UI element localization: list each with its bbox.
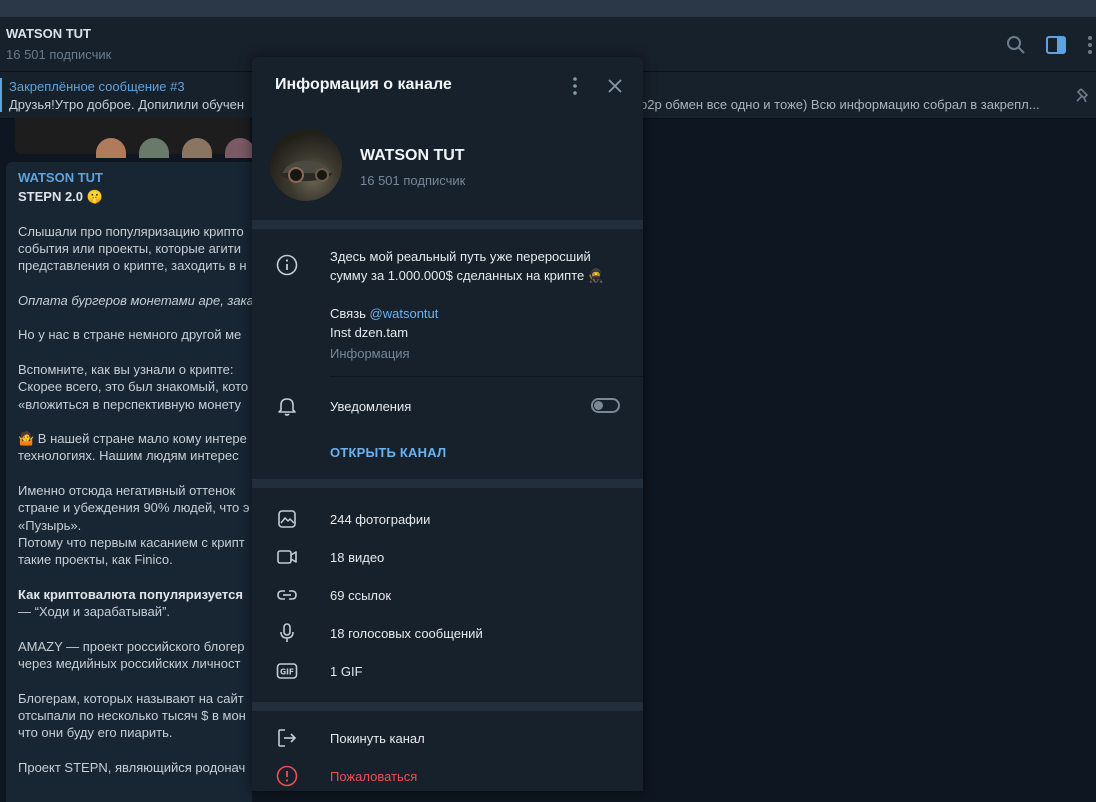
media-label: 18 голосовых сообщений xyxy=(330,626,483,641)
bell-icon xyxy=(278,398,296,416)
post-line: Потому что первым касанием с крипт xyxy=(18,534,245,550)
link-icon xyxy=(277,590,297,600)
emoji: 🤫 xyxy=(83,189,103,204)
post-line: представления о крипте, заходить в н xyxy=(18,258,247,274)
post-line: что они буду его пиарить. xyxy=(18,725,173,741)
pinned-title: Закреплённое сообщение #3 xyxy=(9,79,185,94)
post-line: Оплата бургеров монетами аре, заказ xyxy=(18,292,252,308)
dialog-title: Информация о канале xyxy=(275,76,452,93)
info-caption: Информация xyxy=(330,346,410,361)
section-separator xyxy=(252,702,643,711)
toggle-knob xyxy=(594,401,603,410)
video-icon xyxy=(277,550,297,564)
description-text: сумму за 1.000.000$ сделанных на крипте xyxy=(330,268,585,283)
post-line: AMAZY — проект российского блогер xyxy=(18,638,245,654)
post-line: Именно отсюда негативный оттенок xyxy=(18,483,236,499)
inst-line: Inst dzen.tam xyxy=(330,325,409,340)
media-label: 69 ссылок xyxy=(330,588,392,603)
pinned-text: Друзья!Утро доброе. Допилили обучен xyxy=(9,97,245,112)
leave-icon xyxy=(278,729,297,747)
notifications-label: Уведомления xyxy=(330,399,412,414)
avatar xyxy=(225,138,255,158)
post-line: Блогерам, которых называют на сайт xyxy=(18,690,244,706)
description-line: сумму за 1.000.000$ сделанных на крипте … xyxy=(330,266,630,285)
channel-description: Здесь мой реальный путь уже переросший с… xyxy=(330,247,630,363)
car-photo xyxy=(280,160,332,183)
post-line: Вспомните, как вы узнали о крипте: xyxy=(18,361,234,377)
post-line: — “Ходи и зарабатывай”. xyxy=(18,604,170,620)
post-title: STEPN 2.0 xyxy=(18,189,84,204)
post-line: такие проекты, как Finico. xyxy=(18,552,173,568)
svg-text:GIF: GIF xyxy=(280,668,294,677)
gif-icon: GIF xyxy=(276,663,298,679)
section-separator xyxy=(252,220,643,229)
info-icon xyxy=(276,254,298,276)
report-label: Пожаловаться xyxy=(330,769,418,784)
ninja-emoji: 🥷 xyxy=(584,268,605,283)
notifications-toggle[interactable] xyxy=(591,398,620,413)
contact-line: Связь @watsontut xyxy=(330,304,630,323)
post-line: «Пузырь». xyxy=(18,517,82,533)
pin-icon[interactable] xyxy=(1074,86,1094,106)
chat-title: WATSON TUT xyxy=(6,26,91,41)
channel-subscribers: 16 501 подписчик xyxy=(360,173,466,188)
description-line: Здесь мой реальный путь уже переросший xyxy=(330,249,591,264)
microphone-icon xyxy=(280,623,294,642)
divider xyxy=(330,376,643,377)
pinned-accent-bar xyxy=(0,78,2,112)
close-icon[interactable] xyxy=(605,76,625,96)
post-image-strip[interactable] xyxy=(15,118,250,154)
post-line: Слышали про популяризацию крипто xyxy=(18,223,244,239)
post-line: технологиях. Нашим людям интерес xyxy=(18,448,239,464)
post-author: WATSON TUT xyxy=(18,170,103,185)
post-line: события или проекты, которые агити xyxy=(18,240,242,256)
post-text: Слышали про популяризацию крипто события… xyxy=(18,224,252,775)
photo-icon xyxy=(278,510,296,528)
chat-subscribers: 16 501 подписчик xyxy=(6,47,112,62)
more-vertical-icon[interactable] xyxy=(1078,33,1096,57)
channel-info-dialog: Информация о канале WATSON TUT 16 501 по… xyxy=(252,57,643,791)
post-body: STEPN 2.0 🤫 Слышали про популяризацию кр… xyxy=(18,188,252,776)
more-vertical-icon[interactable] xyxy=(565,76,585,96)
post-line: Проект STEPN, являющийся родонач xyxy=(18,759,246,775)
channel-avatar[interactable] xyxy=(270,129,342,201)
post-line: отсыпали по несколько тысяч $ в мон xyxy=(18,707,246,723)
window-top-strip xyxy=(0,0,1096,17)
post-line: Как криптовалюта популяризуется xyxy=(18,586,243,602)
search-icon[interactable] xyxy=(1004,33,1028,57)
media-label: 1 GIF xyxy=(330,664,363,679)
pinned-text-continued: р2р обмен все одно и тоже) Всю информаци… xyxy=(640,97,1040,112)
media-label: 18 видео xyxy=(330,550,385,565)
open-channel-button[interactable]: ОТКРЫТЬ КАНАЛ xyxy=(330,445,446,460)
channel-post[interactable]: WATSON TUT STEPN 2.0 🤫 Слышали про попул… xyxy=(6,162,252,802)
contact-link[interactable]: @watsontut xyxy=(370,306,439,321)
post-line: Скорее всего, это был знакомый, кото xyxy=(18,379,249,395)
post-line: стране и убеждения 90% людей, что э xyxy=(18,500,250,516)
sidebar-toggle-icon[interactable] xyxy=(1044,33,1068,57)
contact-label: Связь xyxy=(330,306,370,321)
post-line: 🤷 В нашей стране мало кому интере xyxy=(18,431,247,447)
media-label: 244 фотографии xyxy=(330,512,431,527)
post-line: «вложиться в перспективную монету xyxy=(18,396,242,412)
post-line: через медийных российских личност xyxy=(18,656,241,672)
section-separator xyxy=(252,479,643,488)
report-icon xyxy=(276,765,298,787)
leave-channel-label: Покинуть канал xyxy=(330,731,425,746)
post-line: Но у нас в стране немного другой ме xyxy=(18,327,242,343)
channel-name: WATSON TUT xyxy=(360,147,465,164)
